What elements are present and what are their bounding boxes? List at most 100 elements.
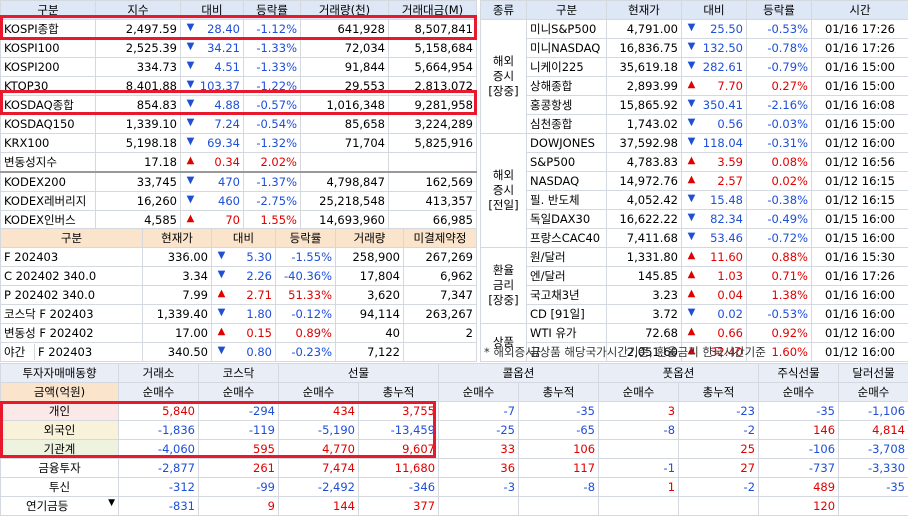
index-row[interactable]: KODEX인버스 4,585 ▲ 70 1.55% 14,693,960 66,985 (0, 210, 477, 230)
index-row[interactable]: KODEX200 33,745 ▼ 470 -1.37% 4,798,847 162,569 (0, 171, 477, 192)
change-cell: ▲ 7.70 (681, 76, 747, 96)
investor-row[interactable]: 투신 -312 -99 -2,492 -346 -3 -8 1 -2 489 -35 (0, 477, 908, 497)
futures-row[interactable]: 야간 F 202403 340.50 ▼ 0.80 -0.23% 7,122 (0, 342, 477, 362)
investor-row[interactable]: 외국인 -1,836 -119 -5,190 -13,459 -25 -65 -8 -2 146 4… (0, 420, 908, 440)
futures-name: 변동성 F 202402 (0, 323, 143, 343)
change-value: 2.57 (717, 174, 743, 188)
investor-name: 투신 (0, 477, 119, 497)
investor-value: -8 (518, 477, 600, 497)
change-cell: ▼ 132.50 (681, 38, 747, 58)
investor-row[interactable]: 연기금등 ▼ -831 9 144 377 120 (0, 496, 908, 516)
change-value: 11.60 (710, 250, 743, 264)
index-row[interactable]: KOSPI종합 2,497.59 ▼ 28.40 -1.12% 641,928 8,507,… (0, 19, 477, 39)
overseas-row[interactable]: 독일DAX30 16,622.22 ▼ 82.34 -0.49% 01/15 16:00 (481, 209, 908, 229)
change-rate: 0.88% (746, 247, 812, 267)
overseas-row[interactable]: 심천종합 1,743.02 ▼ 0.56 -0.03% 01/16 15:00 (481, 114, 908, 134)
group-header: 선물 (277, 363, 440, 383)
index-value: 8,401.88 (95, 76, 181, 96)
futures-row[interactable]: P 202402 340.0 7.99 ▲ 2.71 51.33% 3,620 7,347 (0, 285, 477, 305)
index-row[interactable]: KOSPI200 334.73 ▼ 4.51 -1.33% 91,844 5,664,954 (0, 57, 477, 77)
change-rate: -2.75% (243, 191, 301, 211)
index-row[interactable]: KTOP30 8,401.88 ▼ 103.37 -1.22% 29,553 2,813,0… (0, 76, 477, 96)
current-price: 16,622.22 (606, 209, 682, 229)
overseas-row[interactable]: S&P500 4,783.83 ▲ 3.59 0.08% 01/12 16:56 (481, 152, 908, 172)
overseas-row[interactable]: NASDAQ 14,972.76 ▲ 2.57 0.02% 01/12 16:15 (481, 171, 908, 191)
overseas-row[interactable]: 엔/달러 145.85 ▲ 1.03 0.71% 01/16 17:26 (481, 266, 908, 286)
futures-row[interactable]: 변동성 F 202402 17.00 ▲ 0.15 0.89% 40 2 (0, 323, 477, 343)
index-row[interactable]: KOSDAQ150 1,339.10 ▼ 7.24 -0.54% 85,658 3,224,… (0, 114, 477, 134)
change-rate: -1.32% (243, 133, 301, 153)
change-value: 7.24 (214, 117, 240, 131)
volume: 71,704 (300, 133, 389, 153)
down-triangle-icon: ▼ (687, 231, 696, 242)
current-price: 17.00 (142, 323, 212, 343)
change-rate: -2.16% (746, 95, 812, 115)
investor-row[interactable]: 금융투자 -2,877 261 7,474 11,680 36 117 -1 27 -737 -3,… (0, 458, 908, 478)
investor-value: -4,060 (118, 439, 199, 459)
index-row[interactable]: KOSDAQ종합 854.83 ▼ 4.88 -0.57% 1,016,348 9,281,… (0, 95, 477, 115)
overseas-row[interactable]: 미니NASDAQ 16,836.75 ▼ 132.50 -0.78% 01/16 17:2… (481, 38, 908, 58)
group-header: 주식선물 (758, 363, 840, 383)
overseas-row[interactable]: 홍콩항셍 15,865.92 ▼ 350.41 -2.16% 01/16 16:08 (481, 95, 908, 115)
index-row[interactable]: KRX100 5,198.18 ▼ 69.34 -1.32% 71,704 5,825,91… (0, 133, 477, 153)
futures-row[interactable]: 코스닥 F 202403 1,339.40 ▼ 1.80 -0.12% 94,114 263… (0, 304, 477, 324)
index-row[interactable]: KODEX레버리지 16,260 ▼ 460 -2.75% 25,218,548 413,3… (0, 191, 477, 211)
change-value: 5.30 (246, 250, 272, 264)
market-name: 국고채3년 (526, 285, 607, 305)
trade-amount: 9,281,958 (388, 95, 477, 115)
futures-row[interactable]: C 202402 340.0 3.34 ▼ 2.26 -40.36% 17,804 6,96… (0, 266, 477, 286)
change-value: 25.50 (710, 22, 743, 36)
change-value: 0.04 (717, 288, 743, 302)
chevron-down-icon[interactable]: ▼ (108, 498, 115, 508)
overseas-row[interactable]: 프랑스CAC40 7,411.68 ▼ 53.46 -0.72% 01/15 16:00 (481, 228, 908, 248)
change-cell: ▼ 15.48 (681, 190, 747, 210)
up-triangle-icon: ▲ (687, 155, 696, 166)
investor-row[interactable]: 개인 5,840 -294 434 3,755 -7 -35 3 -23 -35 -1,106 (0, 401, 908, 421)
investor-value: -23 (678, 401, 760, 421)
index-row[interactable]: 변동성지수 17.18 ▲ 0.34 2.02% (0, 152, 477, 173)
investor-value: -2 (678, 420, 760, 440)
overseas-row[interactable]: 상해종합 2,893.99 ▲ 7.70 0.27% 01/16 15:00 (481, 76, 908, 96)
investor-value (598, 439, 680, 459)
overseas-row[interactable]: 상품 WTI 유가 72.68 ▲ 0.66 0.92% 01/12 16:00 (480, 323, 908, 362)
market-name: 홍콩항셍 (526, 95, 607, 115)
current-price: 2,893.99 (606, 76, 682, 96)
change-rate: -0.53% (746, 19, 812, 39)
change-cell: ▼ 7.24 (180, 114, 244, 134)
overseas-row[interactable]: CD [91일] 3.72 ▼ 0.02 -0.53% 01/16 16:00 (481, 304, 908, 324)
change-cell: ▼ 350.41 (681, 95, 747, 115)
overseas-row[interactable]: 니케이225 35,619.18 ▼ 282.61 -0.79% 01/16 15:00 (481, 57, 908, 77)
volume: 94,114 (335, 304, 404, 324)
index-name: KODEX200 (0, 171, 96, 192)
change-rate: 0.89% (275, 323, 336, 343)
down-triangle-icon: ▼ (186, 194, 195, 205)
volume: 29,553 (300, 76, 389, 96)
overseas-row[interactable]: 해외 증시 [장중] 미니S&P500 4,791.00 ▼ 25.50 -0.53% 01… (480, 19, 908, 134)
overseas-row[interactable]: 필. 반도체 4,052.42 ▼ 15.48 -0.38% 01/12 16:15 (481, 190, 908, 210)
trade-amount: 162,569 (388, 171, 477, 192)
investor-value: 11,680 (357, 458, 440, 478)
index-row[interactable]: KOSPI100 2,525.39 ▼ 34.21 -1.33% 72,034 5,158,… (0, 38, 477, 58)
down-triangle-icon: ▼ (186, 22, 195, 33)
time: 01/15 16:00 (811, 228, 908, 248)
futures-name: F 202403 (0, 247, 143, 267)
overseas-row[interactable]: 환율 금리 [장중] 원/달러 1,331.80 ▲ 11.60 0.88% 01/16 1… (480, 247, 908, 324)
change-rate: 0.27% (746, 76, 812, 96)
column-header: 거래대금(M) (388, 0, 477, 20)
investor-value: -2 (678, 477, 760, 497)
investor-name[interactable]: 연기금등 ▼ (0, 496, 119, 516)
current-price: 35,619.18 (606, 57, 682, 77)
investor-row[interactable]: 기관계 -4,060 595 4,770 9,607 33 106 25 -106 -3,708 (0, 439, 908, 459)
overseas-row[interactable]: 국고채3년 3.23 ▲ 0.04 1.38% 01/16 16:00 (481, 285, 908, 305)
futures-row[interactable]: F 202403 336.00 ▼ 5.30 -1.55% 258,900 267,269 (0, 247, 477, 267)
investor-value: -5,190 (278, 420, 359, 440)
market-name: S&P500 (526, 152, 607, 172)
change-cell: ▲ 0.34 (180, 152, 244, 173)
change-cell: ▼ 0.02 (681, 304, 747, 324)
overseas-market-table: 종류 구분 현재가 대비 등락률 시간 해외 증시 [장중] 미니S&P500 4,791.0… (480, 0, 908, 362)
overseas-row[interactable]: 해외 증시 [전일] DOWJONES 37,592.98 ▼ 118.04 -0.31%… (480, 133, 908, 248)
change-rate: -0.03% (746, 114, 812, 134)
investor-value: -3,708 (838, 439, 908, 459)
market-name: 상해종합 (526, 76, 607, 96)
change-cell: ▼ 460 (180, 191, 244, 211)
